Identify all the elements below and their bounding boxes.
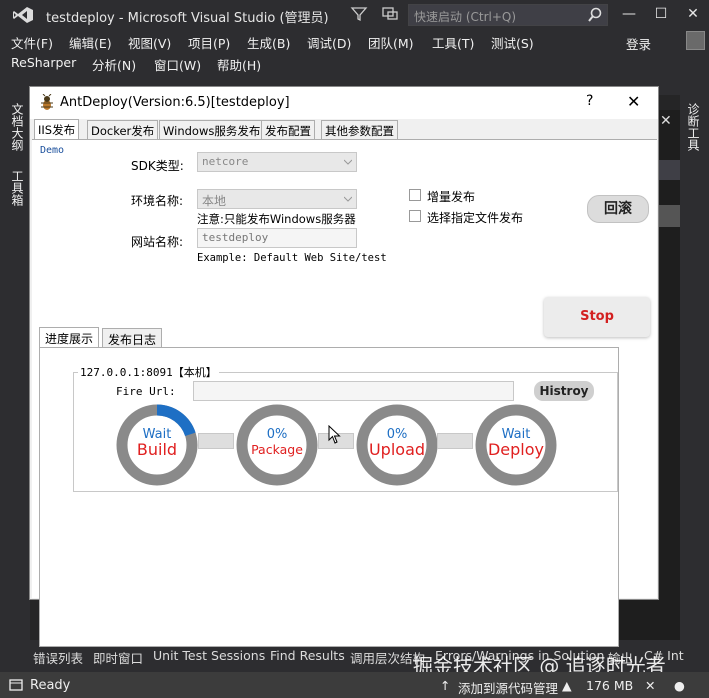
panel-dropdown[interactable]: [656, 160, 680, 180]
menu-edit[interactable]: 编辑(E): [69, 33, 112, 52]
menu-test[interactable]: 测试(S): [491, 33, 534, 52]
tab-publish-log[interactable]: 发布日志: [102, 328, 163, 348]
menu-tools[interactable]: 工具(T): [432, 33, 474, 52]
tab-docker[interactable]: Docker发布: [87, 120, 159, 139]
visual-studio-logo-icon: [13, 7, 33, 23]
menu-debug[interactable]: 调试(D): [307, 33, 351, 52]
sdk-value: netcore: [202, 155, 249, 168]
site-name-value: testdeploy: [202, 231, 269, 244]
menu-help[interactable]: 帮助(H): [217, 55, 261, 74]
menu-build[interactable]: 生成(B): [247, 33, 290, 52]
avatar[interactable]: [686, 31, 705, 50]
tab-publish-config[interactable]: 发布配置: [261, 120, 315, 139]
search-icon[interactable]: [587, 7, 603, 23]
chevron-down-icon: [344, 159, 352, 165]
menu-project[interactable]: 项目(P): [188, 33, 230, 52]
tab-unit-test-sessions[interactable]: Unit Test Sessions: [153, 648, 265, 663]
maximize-button[interactable]: ☐: [650, 4, 672, 24]
tab-error-list[interactable]: 错误列表: [33, 648, 83, 667]
antdeploy-dialog: AntDeploy(Version:6.5)[testdeploy] ? ✕ I…: [29, 86, 659, 647]
histroy-button[interactable]: Histroy: [534, 381, 594, 401]
mouse-cursor-icon: [328, 425, 341, 444]
circle-indicator-icon: ●: [674, 678, 685, 693]
stop-button[interactable]: Stop: [544, 297, 650, 337]
tab-find-results[interactable]: Find Results: [270, 648, 345, 663]
tab-windows-service[interactable]: Windows服务发布: [159, 120, 265, 139]
document-outline-tab[interactable]: 文档大纲: [9, 103, 26, 151]
menu-view[interactable]: 视图(V): [128, 33, 171, 52]
menu-window[interactable]: 窗口(W): [154, 55, 201, 74]
toolbox-tab[interactable]: 工具箱: [9, 170, 26, 206]
close-icon[interactable]: ✕: [645, 678, 655, 693]
window-title: testdeploy - Microsoft Visual Studio (管理…: [46, 11, 329, 26]
menu-bar: 文件(F) 编辑(E) 视图(V) 项目(P) 生成(B) 调试(D) 团队(M…: [0, 30, 709, 52]
dialog-title: AntDeploy(Version:6.5)[testdeploy]: [60, 95, 290, 110]
quick-launch-placeholder: 快速启动 (Ctrl+Q): [414, 10, 517, 24]
close-window-button[interactable]: ✕: [682, 4, 704, 24]
chevron-down-icon: [344, 196, 352, 202]
server-title: 127.0.0.1:8091【本机】: [78, 364, 219, 380]
select-files-label: 选择指定文件发布: [427, 211, 524, 225]
filter-icon[interactable]: [350, 5, 368, 23]
up-arrow-icon[interactable]: ↑: [440, 678, 450, 693]
status-bar: Ready ↑ 添加到源代码管理 ▲ 176 MB ✕ ●: [0, 672, 709, 698]
site-label: 网站名称:: [131, 235, 184, 249]
iis-panel: Demo SDK类型: netcore 环境名称: 本地 注意:只能发布Wind…: [32, 140, 657, 647]
incremental-checkbox[interactable]: [409, 189, 421, 201]
menu-resharper[interactable]: ReSharper: [11, 55, 76, 70]
fire-url-label: Fire Url:: [116, 385, 176, 398]
package-label: Package: [251, 442, 303, 457]
site-example: Example: Default Web Site/test: [197, 252, 387, 264]
vs-titlebar: testdeploy - Microsoft Visual Studio (管理…: [0, 0, 709, 30]
build-label: Build: [136, 440, 178, 459]
select-files-checkbox[interactable]: [409, 210, 421, 222]
tab-progress[interactable]: 进度展示: [39, 327, 100, 349]
minimize-button[interactable]: —: [618, 4, 640, 24]
deploy-label: Deploy: [487, 440, 545, 459]
status-ready-icon: [9, 679, 23, 691]
help-button[interactable]: ?: [586, 93, 593, 109]
connector-3: [437, 433, 473, 449]
source-control-button[interactable]: 添加到源代码管理: [458, 678, 558, 697]
panel-row: [656, 205, 680, 227]
tab-iis[interactable]: IIS发布: [34, 119, 80, 140]
demo-link[interactable]: Demo: [40, 145, 64, 156]
env-note: 注意:只能发布Windows服务器: [197, 212, 356, 226]
incremental-label: 增量发布: [427, 190, 476, 204]
menu-team[interactable]: 团队(M): [368, 33, 414, 52]
menu-bar-2: ReSharper 分析(N) 窗口(W) 帮助(H): [0, 52, 709, 74]
chevron-up-icon[interactable]: ▲: [562, 678, 572, 693]
dialog-titlebar: AntDeploy(Version:6.5)[testdeploy] ? ✕: [30, 87, 658, 119]
quick-launch-input[interactable]: 快速启动 (Ctrl+Q): [408, 4, 608, 26]
panel-close-icon[interactable]: ✕: [660, 113, 672, 129]
env-label: 环境名称:: [131, 194, 184, 208]
login-link[interactable]: 登录: [626, 34, 651, 53]
dialog-close-button[interactable]: ✕: [627, 92, 640, 111]
sdk-select[interactable]: netcore: [197, 152, 357, 172]
memory-usage: 176 MB: [586, 678, 634, 693]
package-status: 0%: [266, 427, 288, 442]
sdk-label: SDK类型:: [131, 159, 184, 173]
menu-file[interactable]: 文件(F): [11, 33, 53, 52]
ant-logo-icon: [41, 94, 53, 110]
rollback-button[interactable]: 回滚: [587, 195, 649, 223]
fire-url-input[interactable]: [193, 381, 514, 401]
feedback-icon[interactable]: [381, 5, 399, 23]
right-rail: [680, 95, 709, 640]
status-text: Ready: [30, 678, 71, 693]
diagnostic-tools-tab[interactable]: 诊断工具: [685, 103, 702, 151]
env-select[interactable]: 本地: [197, 189, 357, 209]
upload-label: Upload: [368, 440, 426, 459]
tab-other-params[interactable]: 其他参数配置: [321, 120, 398, 139]
menu-analyze[interactable]: 分析(N): [92, 55, 136, 74]
site-name-input[interactable]: testdeploy: [197, 228, 357, 248]
tab-immediate-window[interactable]: 即时窗口: [93, 648, 143, 667]
connector-1: [198, 433, 234, 449]
env-value: 本地: [202, 194, 227, 208]
